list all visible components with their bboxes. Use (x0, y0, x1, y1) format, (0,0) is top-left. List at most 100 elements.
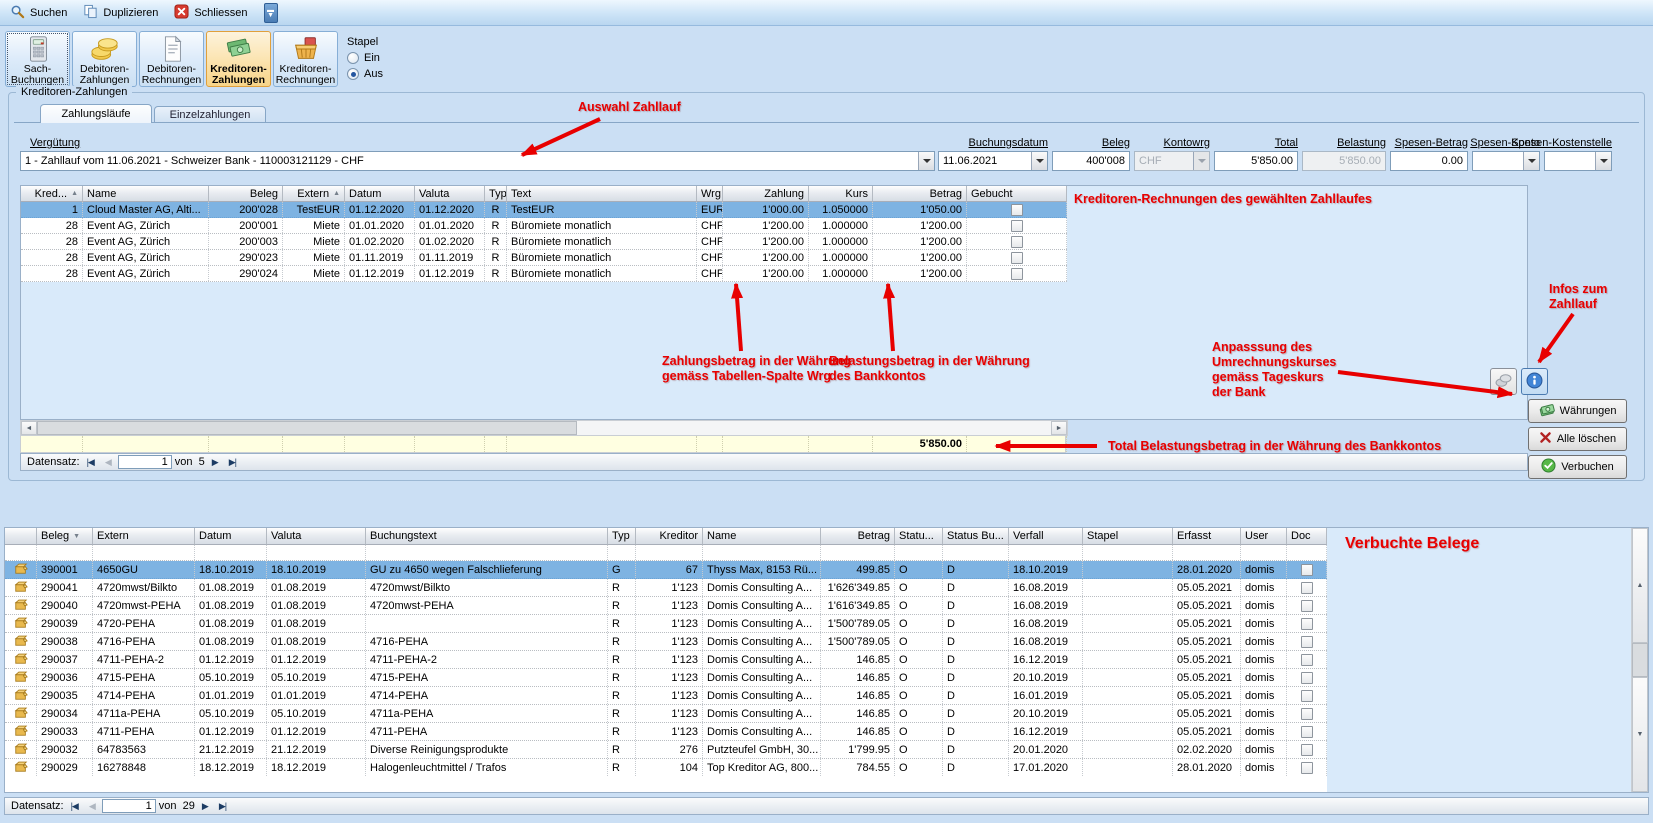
column-header[interactable]: Zahlung (723, 186, 809, 202)
column-header[interactable]: Gebucht (967, 186, 1067, 202)
column-header[interactable]: Text (507, 186, 697, 202)
table-row[interactable]: 3900014650GU18.10.201918.10.2019GU zu 46… (5, 561, 1327, 579)
chevron-down-icon[interactable] (1031, 152, 1047, 170)
column-header[interactable]: User (1241, 528, 1287, 545)
chevron-down-icon[interactable] (1595, 152, 1611, 170)
tab-einzelzahlungen[interactable]: Einzelzahlungen (154, 106, 266, 123)
filter-cell[interactable] (608, 545, 636, 560)
column-header[interactable]: Verfall (1009, 528, 1083, 545)
checkbox[interactable] (1301, 654, 1313, 666)
column-header[interactable]: Typ (608, 528, 636, 545)
table-row[interactable]: 28Event AG, Zürich200'001Miete01.01.2020… (21, 218, 1067, 234)
table-row[interactable]: 2900326478356321.12.201921.12.2019Divers… (5, 741, 1327, 759)
filter-cell[interactable] (703, 545, 821, 560)
column-header[interactable]: Doc (1287, 528, 1327, 545)
spesen-betrag-input[interactable]: 0.00 (1390, 151, 1468, 171)
filter-cell[interactable] (1241, 545, 1287, 560)
filter-cell[interactable] (93, 545, 195, 560)
column-header[interactable]: Name (83, 186, 209, 202)
spesen-konto-input[interactable] (1472, 151, 1540, 171)
checkbox[interactable] (1011, 204, 1023, 216)
beleg-input[interactable]: 400'008 (1052, 151, 1130, 171)
table-row[interactable]: 2900414720mwst/Bilkto01.08.201901.08.201… (5, 579, 1327, 597)
first-record-button[interactable]: |◀ (67, 801, 82, 812)
column-header[interactable]: Valuta (415, 186, 485, 202)
spesen-kostenstelle-input[interactable] (1544, 151, 1612, 171)
record-position-input[interactable]: 1 (118, 455, 172, 469)
scroll-up-icon[interactable]: ▲ (1632, 528, 1648, 643)
exchange-rate-button[interactable] (1490, 368, 1517, 395)
checkbox[interactable] (1011, 220, 1023, 232)
ribbon-button-sach-buchungen[interactable]: Sach-Buchungen (5, 31, 70, 87)
ribbon-button-debitoren-zahlungen[interactable]: Debitoren-Zahlungen (72, 31, 137, 87)
column-header[interactable]: Typ (485, 186, 507, 202)
column-header[interactable]: Kurs (809, 186, 873, 202)
zahllauf-select[interactable]: 1 - Zahllauf vom 11.06.2021 - Schweizer … (20, 151, 935, 171)
filter-cell[interactable] (366, 545, 608, 560)
column-header[interactable]: Wrg (697, 186, 723, 202)
previous-record-button[interactable]: ◀ (85, 801, 99, 812)
checkbox[interactable] (1011, 268, 1023, 280)
waehrungen-button[interactable]: Währungen (1528, 399, 1627, 423)
close-button[interactable]: Schliessen (168, 2, 257, 23)
alle-loeschen-button[interactable]: Alle löschen (1528, 427, 1627, 451)
horizontal-scrollbar[interactable]: ◄ ► (20, 420, 1068, 436)
filter-cell[interactable] (195, 545, 267, 560)
radio-aus-icon[interactable] (347, 68, 359, 80)
next-record-button[interactable]: ▶ (198, 801, 212, 812)
chevron-down-icon[interactable] (1523, 152, 1539, 170)
filter-cell[interactable] (37, 545, 93, 560)
table-row[interactable]: 2900334711-PEHA01.12.201901.12.20194711-… (5, 723, 1327, 741)
scrollbar-thumb[interactable] (37, 421, 577, 435)
column-header[interactable]: Buchungstext (366, 528, 608, 545)
checkbox[interactable] (1301, 564, 1313, 576)
last-record-button[interactable]: ▶| (225, 457, 240, 468)
column-header[interactable]: Datum (195, 528, 267, 545)
checkbox[interactable] (1301, 582, 1313, 594)
scroll-down-icon[interactable]: ▼ (1632, 677, 1648, 792)
column-header[interactable]: Extern (93, 528, 195, 545)
tab-zahlungslaeufe[interactable]: Zahlungsläufe (40, 104, 152, 123)
table-row[interactable]: 28Event AG, Zürich200'003Miete01.02.2020… (21, 234, 1067, 250)
table-row[interactable]: 2900291627884818.12.201918.12.2019Haloge… (5, 759, 1327, 777)
column-header[interactable] (5, 528, 37, 545)
column-header[interactable]: Stapel (1083, 528, 1173, 545)
scroll-left-icon[interactable]: ◄ (21, 421, 37, 435)
column-header[interactable]: Statu... (895, 528, 943, 545)
checkbox[interactable] (1301, 672, 1313, 684)
checkbox[interactable] (1301, 726, 1313, 738)
total-input[interactable]: 5'850.00 (1214, 151, 1298, 171)
column-header[interactable]: Beleg (209, 186, 283, 202)
column-header[interactable]: Betrag (821, 528, 895, 545)
filter-cell[interactable] (895, 545, 943, 560)
column-header[interactable]: Kred...▲ (21, 186, 83, 202)
checkbox[interactable] (1301, 690, 1313, 702)
checkbox[interactable] (1011, 236, 1023, 248)
checkbox[interactable] (1301, 600, 1313, 612)
record-position-input[interactable]: 1 (102, 799, 156, 813)
column-header[interactable]: Erfasst (1173, 528, 1241, 545)
column-header[interactable]: Betrag (873, 186, 967, 202)
column-header[interactable]: Beleg▼ (37, 528, 93, 545)
table-row[interactable]: 28Event AG, Zürich290'023Miete01.11.2019… (21, 250, 1067, 266)
checkbox[interactable] (1301, 762, 1313, 774)
table-row[interactable]: 2900384716-PEHA01.08.201901.08.20194716-… (5, 633, 1327, 651)
table-row[interactable]: 2900344711a-PEHA05.10.201905.10.20194711… (5, 705, 1327, 723)
toolbar-overflow-button[interactable]: ▬▼ (264, 3, 278, 23)
table-row[interactable]: 2900404720mwst-PEHA01.08.201901.08.20194… (5, 597, 1327, 615)
filter-cell[interactable] (943, 545, 1009, 560)
first-record-button[interactable]: |◀ (83, 457, 98, 468)
table-row[interactable]: 2900364715-PEHA05.10.201905.10.20194715-… (5, 669, 1327, 687)
ribbon-button-debitoren-rechnungen[interactable]: Debitoren-Rechnungen (139, 31, 204, 87)
column-header[interactable]: Name (703, 528, 821, 545)
table-row[interactable]: 28Event AG, Zürich290'024Miete01.12.2019… (21, 266, 1067, 282)
chevron-down-icon[interactable] (918, 152, 934, 170)
scrollbar-thumb[interactable] (1632, 643, 1648, 676)
zahllauf-info-button[interactable] (1521, 368, 1548, 395)
filter-cell[interactable] (821, 545, 895, 560)
filter-cell[interactable] (1287, 545, 1327, 560)
column-header[interactable]: Status Bu... (943, 528, 1009, 545)
checkbox[interactable] (1011, 252, 1023, 264)
filter-cell[interactable] (5, 545, 37, 560)
table-row[interactable]: 1Cloud Master AG, Alti...200'028TestEUR0… (21, 202, 1067, 218)
